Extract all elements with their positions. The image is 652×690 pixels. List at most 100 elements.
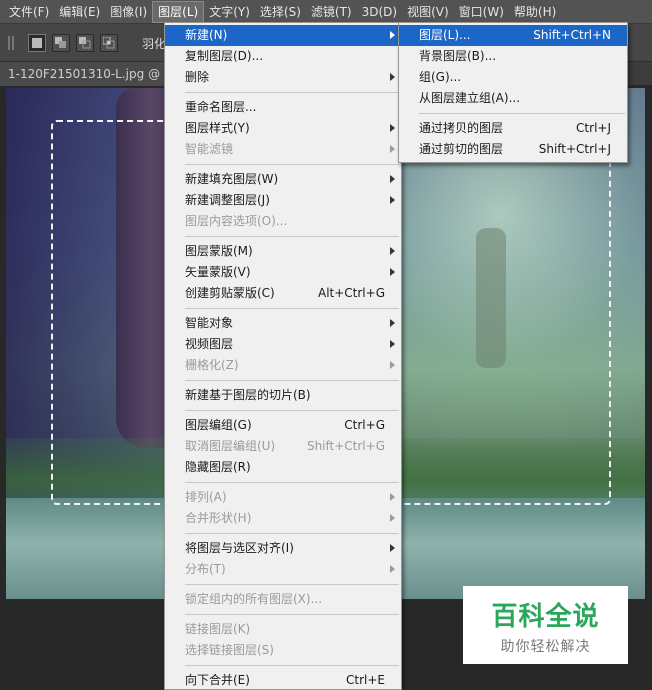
menu-item[interactable]: 智能对象 <box>165 313 401 334</box>
menu-item[interactable]: 图层样式(Y) <box>165 118 401 139</box>
menu-item: 取消图层编组(U) Shift+Ctrl+G <box>165 436 401 457</box>
menu-item[interactable]: 视频图层 <box>165 334 401 355</box>
menu-item-label: 智能对象 <box>185 316 234 330</box>
menu-item[interactable]: 图层(L)... Shift+Ctrl+N <box>399 25 627 46</box>
watermark: 百科全说 助你轻松解决 <box>463 586 628 664</box>
menu-item[interactable]: 复制图层(D)... <box>165 46 401 67</box>
layer-menu: 新建(N) 复制图层(D)... 删除重命名图层... 图层样式(Y) 智能滤镜新建填充… <box>164 22 402 690</box>
menu-item-label: 组(G)... <box>419 70 462 84</box>
menu-separator <box>185 236 399 237</box>
menu-item[interactable]: 新建填充图层(W) <box>165 169 401 190</box>
menu-item-label: 新建填充图层(W) <box>185 172 279 186</box>
menu-separator <box>185 665 399 666</box>
menu-item-label: 智能滤镜 <box>185 142 234 156</box>
photoshop-window: 文件(F) 编辑(E) 图像(I) 图层(L) 文字(Y) 选择(S) 滤镜(T… <box>0 0 652 690</box>
menu-3d[interactable]: 3D(D) <box>357 1 402 23</box>
add-selection-icon <box>55 37 66 48</box>
menu-item: 图层内容选项(O)... <box>165 211 401 232</box>
submenu-arrow-icon <box>390 31 395 39</box>
menu-separator <box>185 164 399 165</box>
menu-item-shortcut: Ctrl+J <box>576 121 611 135</box>
menu-item[interactable]: 将图层与选区对齐(I) <box>165 538 401 559</box>
menu-item-label: 栅格化(Z) <box>185 358 239 372</box>
menu-item[interactable]: 向下合并(E) Ctrl+E <box>165 670 401 690</box>
menu-item[interactable]: 新建(N) <box>165 25 401 46</box>
menu-select[interactable]: 选择(S) <box>255 1 306 23</box>
menu-item-label: 重命名图层... <box>185 100 257 114</box>
menu-item[interactable]: 组(G)... <box>399 67 627 88</box>
menu-item-label: 删除 <box>185 70 210 84</box>
menu-separator <box>185 614 399 615</box>
menu-item[interactable]: 隐藏图层(R) <box>165 457 401 478</box>
new-selection-button[interactable] <box>28 34 46 52</box>
menu-item[interactable]: 删除 <box>165 67 401 88</box>
menu-item: 合并形状(H) <box>165 508 401 529</box>
submenu-arrow-icon <box>390 73 395 81</box>
subtract-selection-icon <box>79 37 91 49</box>
document-tab[interactable]: 1-120F21501310-L.jpg @ 13 <box>0 62 170 86</box>
menu-filter[interactable]: 滤镜(T) <box>306 1 357 23</box>
menu-separator <box>185 308 399 309</box>
menu-view[interactable]: 视图(V) <box>402 1 454 23</box>
menu-item-label: 取消图层编组(U) <box>185 439 276 453</box>
menu-item[interactable]: 矢量蒙版(V) <box>165 262 401 283</box>
menu-item: 智能滤镜 <box>165 139 401 160</box>
menu-file[interactable]: 文件(F) <box>4 1 54 23</box>
menu-item[interactable]: 从图层建立组(A)... <box>399 88 627 109</box>
submenu-arrow-icon <box>390 514 395 522</box>
menu-item-label: 隐藏图层(R) <box>185 460 251 474</box>
menu-item[interactable]: 图层蒙版(M) <box>165 241 401 262</box>
submenu-arrow-icon <box>390 361 395 369</box>
feather-label: 羽化 <box>142 37 167 51</box>
menu-item-shortcut: Shift+Ctrl+G <box>306 439 385 453</box>
new-selection-icon <box>32 38 42 48</box>
menu-item-label: 合并形状(H) <box>185 511 252 525</box>
menu-item-label: 从图层建立组(A)... <box>419 91 521 105</box>
menu-item-label: 新建(N) <box>185 28 228 42</box>
menu-item-label: 复制图层(D)... <box>185 49 264 63</box>
submenu-arrow-icon <box>390 175 395 183</box>
submenu-arrow-icon <box>390 565 395 573</box>
menu-item[interactable]: 通过拷贝的图层 Ctrl+J <box>399 118 627 139</box>
menu-item-label: 分布(T) <box>185 562 226 576</box>
menu-item[interactable]: 重命名图层... <box>165 97 401 118</box>
menu-item-label: 视频图层 <box>185 337 234 351</box>
menu-help[interactable]: 帮助(H) <box>509 1 561 23</box>
menu-separator <box>185 482 399 483</box>
menu-item-label: 图层蒙版(M) <box>185 244 253 258</box>
menu-separator <box>185 92 399 93</box>
menu-item[interactable]: 新建调整图层(J) <box>165 190 401 211</box>
submenu-arrow-icon <box>390 247 395 255</box>
menu-item-label: 链接图层(K) <box>185 622 251 636</box>
submenu-arrow-icon <box>390 319 395 327</box>
submenu-arrow-icon <box>390 340 395 348</box>
new-submenu: 图层(L)... Shift+Ctrl+N 背景图层(B)... 组(G)... 从图层… <box>398 22 628 163</box>
watermark-title: 百科全说 <box>491 602 600 632</box>
menu-item-label: 通过拷贝的图层 <box>419 121 504 135</box>
menu-item-label: 背景图层(B)... <box>419 49 497 63</box>
menu-separator <box>185 584 399 585</box>
menu-item[interactable]: 新建基于图层的切片(B) <box>165 385 401 406</box>
menu-type[interactable]: 文字(Y) <box>204 1 255 23</box>
submenu-arrow-icon <box>390 196 395 204</box>
menu-item-shortcut: Alt+Ctrl+G <box>317 286 385 300</box>
menu-item[interactable]: 图层编组(G) Ctrl+G <box>165 415 401 436</box>
subtract-selection-button[interactable] <box>76 34 94 52</box>
menu-item-label: 图层内容选项(O)... <box>185 214 288 228</box>
menu-item-shortcut: Ctrl+G <box>344 418 385 432</box>
menu-separator <box>419 113 625 114</box>
menu-item[interactable]: 创建剪贴蒙版(C) Alt+Ctrl+G <box>165 283 401 304</box>
menu-item[interactable]: 背景图层(B)... <box>399 46 627 67</box>
menu-image[interactable]: 图像(I) <box>105 1 152 23</box>
menu-item-shortcut: Shift+Ctrl+J <box>538 142 611 156</box>
menu-window[interactable]: 窗口(W) <box>454 1 509 23</box>
add-selection-button[interactable] <box>52 34 70 52</box>
menu-item[interactable]: 通过剪切的图层 Shift+Ctrl+J <box>399 139 627 160</box>
intersect-selection-button[interactable] <box>100 34 118 52</box>
menu-item-label: 通过剪切的图层 <box>419 142 504 156</box>
grip-icon[interactable] <box>8 36 16 50</box>
submenu-arrow-icon <box>390 124 395 132</box>
menu-layer[interactable]: 图层(L) <box>152 0 205 23</box>
menu-edit[interactable]: 编辑(E) <box>54 1 105 23</box>
menu-item-label: 图层样式(Y) <box>185 121 250 135</box>
